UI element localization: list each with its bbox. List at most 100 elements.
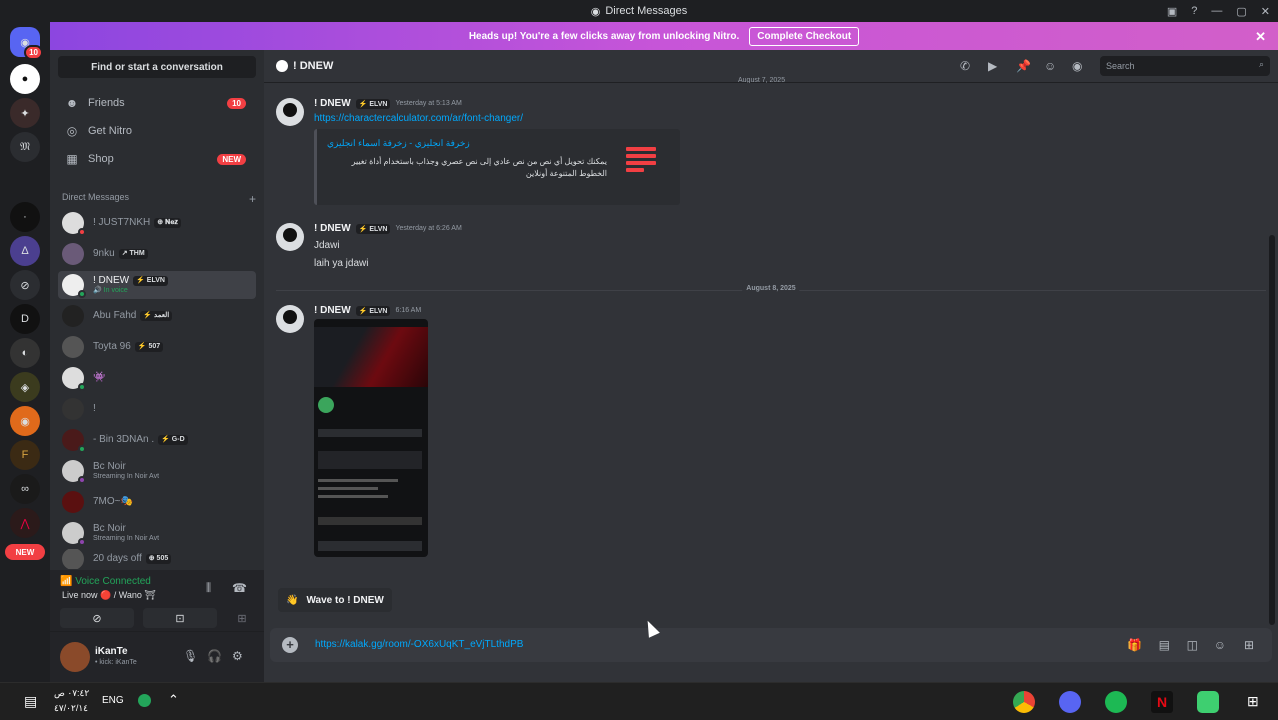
dm-item[interactable]: Bc Noir Streaming In Noir Avt — [58, 519, 256, 547]
chevron-up-icon[interactable]: ⌃ — [168, 692, 179, 708]
server-icon[interactable]: ✦ — [10, 98, 40, 128]
profile-icon[interactable]: ◉ — [1072, 59, 1082, 73]
message-author[interactable]: ! DNEW — [314, 98, 351, 109]
search-input[interactable]: Search ⌕ — [1100, 56, 1270, 76]
message: ! DNEW ⚡ ELVN 6:16 AM — [276, 305, 1256, 575]
call-icon[interactable]: ✆ — [960, 59, 970, 73]
mic-icon[interactable]: 🎙 — [183, 649, 198, 663]
message-author[interactable]: ! DNEW — [314, 305, 351, 316]
status-dot-icon[interactable] — [138, 694, 151, 707]
inbox-icon[interactable]: ▣ — [1167, 5, 1177, 18]
scrollbar[interactable] — [1269, 235, 1275, 625]
home-dm-button[interactable]: ◉ 10 — [10, 27, 43, 60]
server-icon[interactable]: ◈ — [10, 372, 40, 402]
emoji-icon[interactable]: ☺ — [1214, 638, 1226, 652]
nav-friends[interactable]: ☻ Friends 10 — [58, 90, 256, 116]
maximize-button[interactable]: ▢ — [1236, 5, 1246, 18]
voice-location[interactable]: Live now 🔴 / Wano ⛩ — [62, 590, 156, 601]
language-indicator[interactable]: ENG — [102, 695, 124, 706]
nav-shop[interactable]: ▦ Shop NEW — [58, 146, 256, 172]
create-dm-icon[interactable]: + — [249, 192, 256, 206]
dm-item[interactable]: Toyta 96 ⚡ 507 — [58, 333, 256, 361]
server-icon[interactable]: 𝔐 — [10, 132, 40, 162]
windows-start-icon[interactable]: ⊞ — [1247, 693, 1259, 710]
author-tag: ⚡ ELVN — [355, 223, 391, 234]
message-text: laih ya jdawi — [314, 258, 369, 269]
headset-icon[interactable]: 🎧 — [207, 649, 222, 663]
activity-button[interactable]: ⊞ — [226, 608, 258, 628]
server-icon[interactable]: ⋀ — [10, 508, 40, 538]
dm-tag: ⚡ 507 — [134, 341, 164, 353]
app-icon[interactable] — [1197, 691, 1219, 713]
help-icon[interactable]: ? — [1191, 5, 1197, 17]
dm-name: - Bin 3DNAn . — [93, 434, 155, 446]
netflix-icon[interactable]: N — [1151, 691, 1173, 713]
dm-item[interactable]: - Bin 3DNAn . ⚡ G-D — [58, 426, 256, 454]
dm-item[interactable]: Bc Noir Streaming In Noir Avt — [58, 457, 256, 485]
dm-subtext: Streaming In Noir Avt — [93, 472, 160, 480]
server-icon[interactable]: · — [10, 202, 40, 232]
clock-date[interactable]: ٤٧/٠٢/١٤ — [54, 703, 88, 714]
wave-button[interactable]: 👋 Wave to ! DNEW — [278, 588, 392, 612]
add-friends-icon[interactable]: ☺ — [1044, 59, 1056, 73]
image-attachment[interactable] — [314, 319, 428, 557]
dm-item[interactable]: ! JUST7NKH ⊕ 𝐍𝐞𝐳 — [58, 209, 256, 237]
clock-time[interactable]: ٠٧:٤٢ ص — [54, 688, 89, 699]
noise-suppression-icon[interactable]: ⫼ — [206, 582, 211, 595]
friends-icon: ☻ — [65, 96, 79, 110]
username: iKanTe — [95, 646, 128, 657]
disconnect-icon[interactable]: ☎ — [232, 581, 247, 595]
avatar[interactable] — [276, 305, 304, 333]
dm-item[interactable]: 7MO~🎭 — [58, 488, 256, 516]
composer-input[interactable]: https://kalak.gg/room/-OX6xUqKT_eVjTLthd… — [315, 639, 523, 650]
dm-item[interactable]: 👾 — [58, 364, 256, 392]
minimize-button[interactable]: — — [1211, 5, 1222, 17]
message-author[interactable]: ! DNEW — [314, 223, 351, 234]
dm-item[interactable]: 9nku ↗ THM — [58, 240, 256, 268]
avatar — [62, 398, 84, 420]
chrome-icon[interactable] — [1013, 691, 1035, 713]
avatar[interactable] — [60, 642, 90, 672]
server-icon[interactable]: ◉ — [10, 406, 40, 436]
close-banner-icon[interactable]: ✕ — [1255, 29, 1266, 45]
pin-icon[interactable]: 📌 — [1016, 59, 1031, 73]
gear-icon[interactable]: ⚙ — [232, 649, 243, 663]
screen-share-button[interactable]: ⊡ — [143, 608, 217, 628]
server-icon[interactable]: ◐ — [10, 338, 40, 368]
sticker-icon[interactable]: ◫ — [1187, 638, 1198, 652]
message-link[interactable]: https://charactercalculator.com/ar/font-… — [314, 113, 523, 124]
attach-plus-icon[interactable]: + — [282, 637, 298, 653]
server-icon[interactable]: D — [10, 304, 40, 334]
server-icon[interactable]: ⊘ — [10, 270, 40, 300]
server-icon[interactable]: F — [10, 440, 40, 470]
dm-item[interactable]: Abu Fahd ⚡ العمد — [58, 302, 256, 330]
nitro-banner-text: Heads up! You're a few clicks away from … — [468, 30, 740, 42]
avatar — [62, 367, 86, 391]
notifications-icon[interactable]: ▤ — [24, 693, 37, 710]
video-off-button[interactable]: ⊘ — [60, 608, 134, 628]
dm-item[interactable]: ! — [58, 395, 256, 423]
complete-checkout-button[interactable]: Complete Checkout — [749, 26, 860, 46]
server-icon[interactable]: Δ — [10, 236, 40, 266]
server-icon[interactable]: ∞ — [10, 474, 40, 504]
spotify-icon[interactable] — [1105, 691, 1127, 713]
apps-icon[interactable]: ⊞ — [1244, 638, 1254, 652]
message-composer[interactable]: + https://kalak.gg/room/-OX6xUqKT_eVjTLt… — [270, 628, 1272, 662]
dm-item-active[interactable]: ! DNEW ⚡ ELVN 🔊 In voice — [58, 271, 256, 299]
new-servers-badge[interactable]: NEW — [5, 544, 45, 560]
gift-icon[interactable]: 🎁 — [1127, 638, 1142, 652]
user-avatar-icon — [276, 60, 288, 72]
discord-taskbar-icon[interactable] — [1059, 691, 1081, 713]
video-call-icon[interactable]: ▶ — [988, 59, 997, 73]
dm-header-label: Direct Messages — [62, 192, 130, 202]
avatar[interactable] — [276, 98, 304, 126]
dm-item[interactable]: 20 days off ⊕ 505 — [58, 549, 256, 569]
server-icon[interactable]: ● — [10, 64, 40, 94]
nav-get-nitro[interactable]: ◎ Get Nitro — [58, 118, 256, 144]
find-conversation-button[interactable]: Find or start a conversation — [58, 56, 256, 78]
embed-title[interactable]: زخرفة انجليزي - زخرفة اسماء انجليزي — [327, 138, 470, 149]
window-titlebar: ◉ Direct Messages ▣ ? — ▢ ✕ — [0, 0, 1278, 22]
close-window-button[interactable]: ✕ — [1261, 5, 1270, 18]
avatar[interactable] — [276, 223, 304, 251]
gif-icon[interactable]: ▤ — [1159, 638, 1170, 652]
